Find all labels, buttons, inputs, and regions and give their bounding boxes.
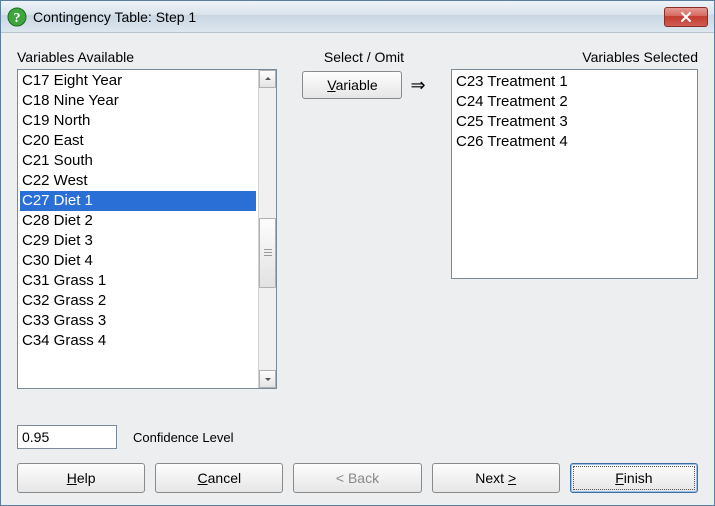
- finish-button[interactable]: Finish: [570, 463, 698, 493]
- list-item[interactable]: C19 North: [20, 111, 256, 131]
- help-button[interactable]: Help: [17, 463, 145, 493]
- confidence-row: Confidence Level: [17, 425, 698, 449]
- scrollbar[interactable]: [258, 70, 276, 388]
- arrow-right-icon: ⇒: [410, 76, 425, 94]
- scroll-thumb[interactable]: [259, 218, 276, 288]
- list-item[interactable]: C27 Diet 1: [20, 191, 256, 211]
- help-icon: ?: [7, 7, 27, 27]
- list-item[interactable]: C22 West: [20, 171, 256, 191]
- chevron-down-icon: [264, 375, 272, 383]
- list-item[interactable]: C31 Grass 1: [20, 271, 256, 291]
- confidence-label: Confidence Level: [133, 430, 233, 445]
- chevron-up-icon: [264, 75, 272, 83]
- button-row: Help Cancel < Back Next > Finish: [17, 463, 698, 493]
- list-item[interactable]: C33 Grass 3: [20, 311, 256, 331]
- columns: Variables Available C17 Eight YearC18 Ni…: [17, 49, 698, 397]
- list-item[interactable]: C18 Nine Year: [20, 91, 256, 111]
- scroll-track[interactable]: [259, 88, 276, 370]
- list-item[interactable]: C32 Grass 2: [20, 291, 256, 311]
- available-listbox[interactable]: C17 Eight YearC18 Nine YearC19 NorthC20 …: [17, 69, 277, 389]
- available-column: Variables Available C17 Eight YearC18 Ni…: [17, 49, 277, 397]
- scroll-down-button[interactable]: [259, 370, 276, 388]
- selected-listbox[interactable]: C23 Treatment 1C24 Treatment 2C25 Treatm…: [451, 69, 698, 279]
- list-item[interactable]: C25 Treatment 3: [456, 112, 693, 132]
- titlebar: ? Contingency Table: Step 1: [1, 1, 714, 33]
- svg-text:?: ?: [14, 11, 21, 26]
- variable-button-label: Variable: [327, 77, 377, 93]
- list-item[interactable]: C30 Diet 4: [20, 251, 256, 271]
- close-icon: [680, 11, 692, 23]
- next-button[interactable]: Next >: [432, 463, 560, 493]
- selected-column: Variables Selected C23 Treatment 1C24 Tr…: [451, 49, 698, 397]
- close-button[interactable]: [664, 7, 708, 27]
- dialog-body: Variables Available C17 Eight YearC18 Ni…: [1, 33, 714, 505]
- list-item[interactable]: C26 Treatment 4: [456, 132, 693, 152]
- select-omit-label: Select / Omit: [324, 49, 404, 65]
- cancel-button[interactable]: Cancel: [155, 463, 283, 493]
- dialog-window: ? Contingency Table: Step 1 Variables Av…: [0, 0, 715, 506]
- list-item[interactable]: C24 Treatment 2: [456, 92, 693, 112]
- available-label: Variables Available: [17, 49, 277, 65]
- available-list-content: C17 Eight YearC18 Nine YearC19 NorthC20 …: [18, 70, 258, 388]
- variable-button[interactable]: Variable: [302, 71, 402, 99]
- list-item[interactable]: C23 Treatment 1: [456, 72, 693, 92]
- selected-label: Variables Selected: [451, 49, 698, 65]
- middle-column: Select / Omit Variable ⇒: [289, 49, 439, 397]
- list-item[interactable]: C17 Eight Year: [20, 71, 256, 91]
- list-item[interactable]: C29 Diet 3: [20, 231, 256, 251]
- variable-button-row: Variable ⇒: [302, 71, 425, 99]
- scroll-up-button[interactable]: [259, 70, 276, 88]
- back-button[interactable]: < Back: [293, 463, 421, 493]
- list-item[interactable]: C34 Grass 4: [20, 331, 256, 351]
- window-title: Contingency Table: Step 1: [33, 9, 664, 25]
- list-item[interactable]: C20 East: [20, 131, 256, 151]
- list-item[interactable]: C21 South: [20, 151, 256, 171]
- confidence-input[interactable]: [17, 425, 117, 449]
- list-item[interactable]: C28 Diet 2: [20, 211, 256, 231]
